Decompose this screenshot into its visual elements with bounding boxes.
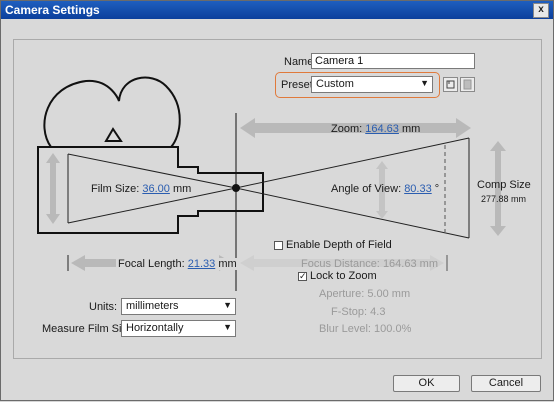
blur-level-unit: % xyxy=(401,323,412,335)
aperture-label: Aperture: xyxy=(319,288,365,300)
camera-triangle-icon xyxy=(104,127,123,142)
measure-film-size-dropdown[interactable]: Horizontally ▼ xyxy=(121,320,236,337)
units-value: millimeters xyxy=(126,300,179,312)
enable-depth-of-field-checkbox[interactable] xyxy=(274,241,283,250)
lens-point xyxy=(232,184,240,192)
zoom-unit: mm xyxy=(401,123,421,135)
enable-depth-of-field-label[interactable]: Enable Depth of Field xyxy=(286,239,392,251)
focal-length-value[interactable]: 21.33 xyxy=(188,258,216,270)
focal-length-unit: mm xyxy=(218,258,237,270)
comp-size-label: Comp Size xyxy=(477,179,531,191)
units-label: Units: xyxy=(89,301,118,313)
chevron-down-icon: ▼ xyxy=(420,78,429,88)
blur-level-value: 100.0 xyxy=(374,323,402,335)
measure-film-size-value: Horizontally xyxy=(126,322,184,334)
blur-level-label: Blur Level: xyxy=(319,323,371,335)
camera-reels-outline xyxy=(43,76,181,148)
units-dropdown[interactable]: millimeters ▼ xyxy=(121,298,236,315)
zoom-label: Zoom: xyxy=(331,123,363,135)
angle-of-view-label: Angle of View: xyxy=(331,183,402,195)
chevron-down-icon: ▼ xyxy=(223,300,232,310)
angle-of-view-value[interactable]: 80.33 xyxy=(404,183,432,195)
save-preset-button[interactable] xyxy=(443,77,458,92)
film-size-arrow xyxy=(46,153,60,224)
focus-distance-row: Focus Distance: 164.63 mm xyxy=(301,258,438,270)
zoom-value[interactable]: 164.63 xyxy=(365,123,399,135)
film-size-row: Film Size: 36.00 mm xyxy=(91,183,191,195)
save-preset-icon xyxy=(446,80,455,89)
lock-to-zoom-label[interactable]: Lock to Zoom xyxy=(310,270,377,282)
angle-of-view-row: Angle of View: 80.33 ° xyxy=(331,183,439,195)
focal-length-label: Focal Length: xyxy=(118,258,185,270)
fstop-row: F-Stop: 4.3 xyxy=(331,306,385,318)
delete-preset-icon xyxy=(463,79,472,90)
film-size-label: Film Size: xyxy=(91,183,140,195)
chevron-down-icon: ▼ xyxy=(223,322,232,332)
delete-preset-button[interactable] xyxy=(460,77,475,92)
focal-length-row: Focal Length: 21.33 mm xyxy=(116,258,239,270)
focus-distance-value: 164.63 xyxy=(382,258,417,270)
preset-value: Custom xyxy=(316,78,354,90)
aperture-value: 5.00 xyxy=(367,288,389,300)
fstop-value: 4.3 xyxy=(370,306,386,318)
focus-distance-unit: mm xyxy=(419,258,438,270)
angle-of-view-unit: ° xyxy=(434,183,440,195)
focus-distance-label: Focus Distance: xyxy=(301,258,380,270)
film-size-unit: mm xyxy=(172,183,192,195)
lock-to-zoom-checkbox[interactable]: ✓ xyxy=(298,272,307,281)
preset-dropdown[interactable]: Custom ▼ xyxy=(311,76,433,93)
name-field[interactable] xyxy=(311,53,475,69)
camera-settings-dialog: Camera Settings x Name: Camera 1 Preset:… xyxy=(0,0,554,401)
blur-level-row: Blur Level: 100.0% xyxy=(319,323,411,335)
zoom-row: Zoom: 164.63 mm xyxy=(331,123,420,135)
ok-button[interactable]: OK xyxy=(393,375,460,392)
comp-size-value: 277.88 mm xyxy=(481,194,527,204)
aperture-row: Aperture: 5.00 mm xyxy=(319,288,410,300)
film-size-value[interactable]: 36.00 xyxy=(142,183,170,195)
aperture-unit: mm xyxy=(391,288,411,300)
cancel-button[interactable]: Cancel xyxy=(471,375,541,392)
fstop-label: F-Stop: xyxy=(331,306,368,318)
